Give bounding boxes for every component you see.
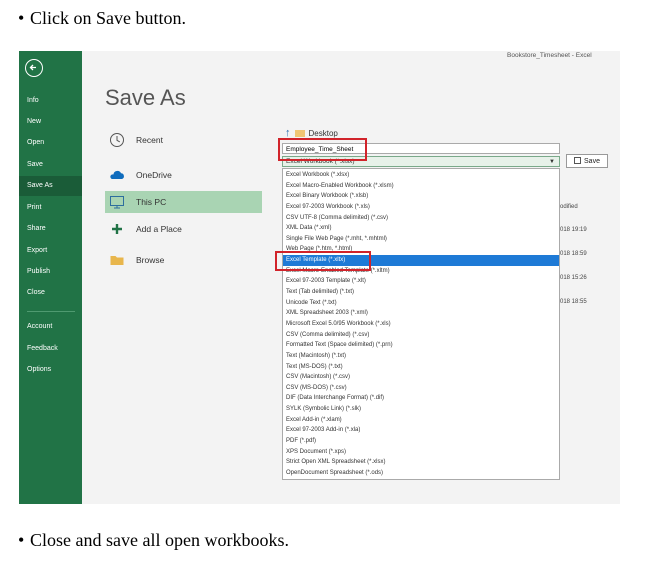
file-type-option[interactable]: Text (Tab delimited) (*.txt) [283,287,559,298]
instruction-text: Close and save all open workbooks. [30,530,289,550]
bullet: • [18,530,25,550]
file-type-option[interactable]: XPS Document (*.xps) [283,447,559,458]
callout-box-filename [278,138,367,161]
save-button[interactable]: Save [566,154,608,168]
file-type-option[interactable]: CSV (Comma delimited) (*.csv) [283,330,559,341]
sidebar-item-options[interactable]: Options [19,360,82,380]
file-type-option[interactable]: Excel 97-2003 Workbook (*.xls) [283,202,559,213]
location-label: Recent [136,135,163,145]
location-browse[interactable]: Browse [105,249,262,271]
sidebar-item-account[interactable]: Account [19,317,82,337]
path-label[interactable]: Desktop [309,129,338,138]
file-type-option[interactable]: Excel Add-in (*.xlam) [283,415,559,426]
file-type-option[interactable]: DIF (Data Interchange Format) (*.dif) [283,393,559,404]
file-type-option[interactable]: PDF (*.pdf) [283,436,559,447]
sidebar-item-new[interactable]: New [19,112,82,132]
clock-icon [110,133,124,147]
file-type-option[interactable]: Excel Binary Workbook (*.xlsb) [283,191,559,202]
folder-icon [110,256,124,265]
file-type-option[interactable]: CSV UTF-8 (Comma delimited) (*.csv) [283,213,559,224]
sidebar-item-feedback[interactable]: Feedback [19,339,82,359]
file-type-option[interactable]: Unicode Text (*.txt) [283,298,559,309]
location-label: Browse [136,255,165,265]
file-date: 018 19:19 [560,227,587,233]
sidebar-item-open[interactable]: Open [19,133,82,153]
window-title: Bookstore_Timesheet - Excel [507,52,592,59]
sidebar-item-close[interactable]: Close [19,283,82,303]
location-onedrive[interactable]: OneDrive [105,164,262,186]
excel-backstage-screenshot: Info New Open Save Save As Print Share E… [19,51,620,504]
file-type-option[interactable]: Excel 97-2003 Add-in (*.xla) [283,425,559,436]
sidebar-item-export[interactable]: Export [19,241,82,261]
cloud-icon [110,170,124,179]
file-type-option[interactable]: Text (MS-DOS) (*.txt) [283,362,559,373]
sidebar-item-save[interactable]: Save [19,155,82,175]
backstage-sidebar: Info New Open Save Save As Print Share E… [19,51,82,504]
file-type-option[interactable]: CSV (Macintosh) (*.csv) [283,372,559,383]
file-type-option[interactable]: Excel 97-2003 Template (*.xlt) [283,276,559,287]
instruction-top: • Click on Save button. [18,8,186,28]
column-header-date-modified: odified [560,204,578,210]
save-button-label: Save [584,158,600,165]
back-arrow-icon[interactable] [25,59,43,77]
location-label: Add a Place [136,224,182,234]
computer-icon [110,196,124,209]
location-recent[interactable]: Recent [105,129,262,151]
file-type-option[interactable]: OpenDocument Spreadsheet (*.ods) [283,468,559,479]
callout-box-template [275,251,371,271]
sidebar-item-share[interactable]: Share [19,219,82,239]
file-type-option[interactable]: SYLK (Symbolic Link) (*.slk) [283,404,559,415]
location-label: OneDrive [136,170,172,180]
file-type-option[interactable]: Excel Workbook (*.xlsx) [283,170,559,181]
plus-icon [112,224,122,234]
instruction-text: Click on Save button. [30,8,186,28]
sidebar-divider [27,311,75,312]
page-title: Save As [105,85,186,110]
file-type-option[interactable]: XML Data (*.xml) [283,223,559,234]
file-type-option[interactable]: Formatted Text (Space delimited) (*.prn) [283,340,559,351]
location-this-pc[interactable]: This PC [105,191,262,213]
bullet: • [18,8,25,28]
floppy-disk-icon [574,157,582,164]
sidebar-item-print[interactable]: Print [19,198,82,218]
file-type-option[interactable]: Excel Macro-Enabled Workbook (*.xlsm) [283,181,559,192]
file-type-option[interactable]: Text (Macintosh) (*.txt) [283,351,559,362]
instruction-bottom: • Close and save all open workbooks. [18,530,289,550]
location-label: This PC [136,197,167,207]
file-date: 018 18:59 [560,251,587,257]
sidebar-item-publish[interactable]: Publish [19,262,82,282]
sidebar-item-save-as[interactable]: Save As [19,176,82,196]
file-type-option[interactable]: Single File Web Page (*.mht, *.mhtml) [283,234,559,245]
folder-icon [294,130,305,138]
file-date: 018 18:55 [560,299,587,305]
file-type-option[interactable]: Strict Open XML Spreadsheet (*.xlsx) [283,457,559,468]
sidebar-item-info[interactable]: Info [19,91,82,111]
file-date: 018 15:26 [560,275,587,281]
chevron-down-icon: ▼ [549,159,555,165]
file-type-option[interactable]: Microsoft Excel 5.0/95 Workbook (*.xls) [283,319,559,330]
location-add-a-place[interactable]: Add a Place [105,218,262,240]
file-type-dropdown-list: Excel Workbook (*.xlsx) Excel Macro-Enabl… [282,168,560,480]
file-type-option[interactable]: CSV (MS-DOS) (*.csv) [283,383,559,394]
file-type-option[interactable]: XML Spreadsheet 2003 (*.xml) [283,308,559,319]
